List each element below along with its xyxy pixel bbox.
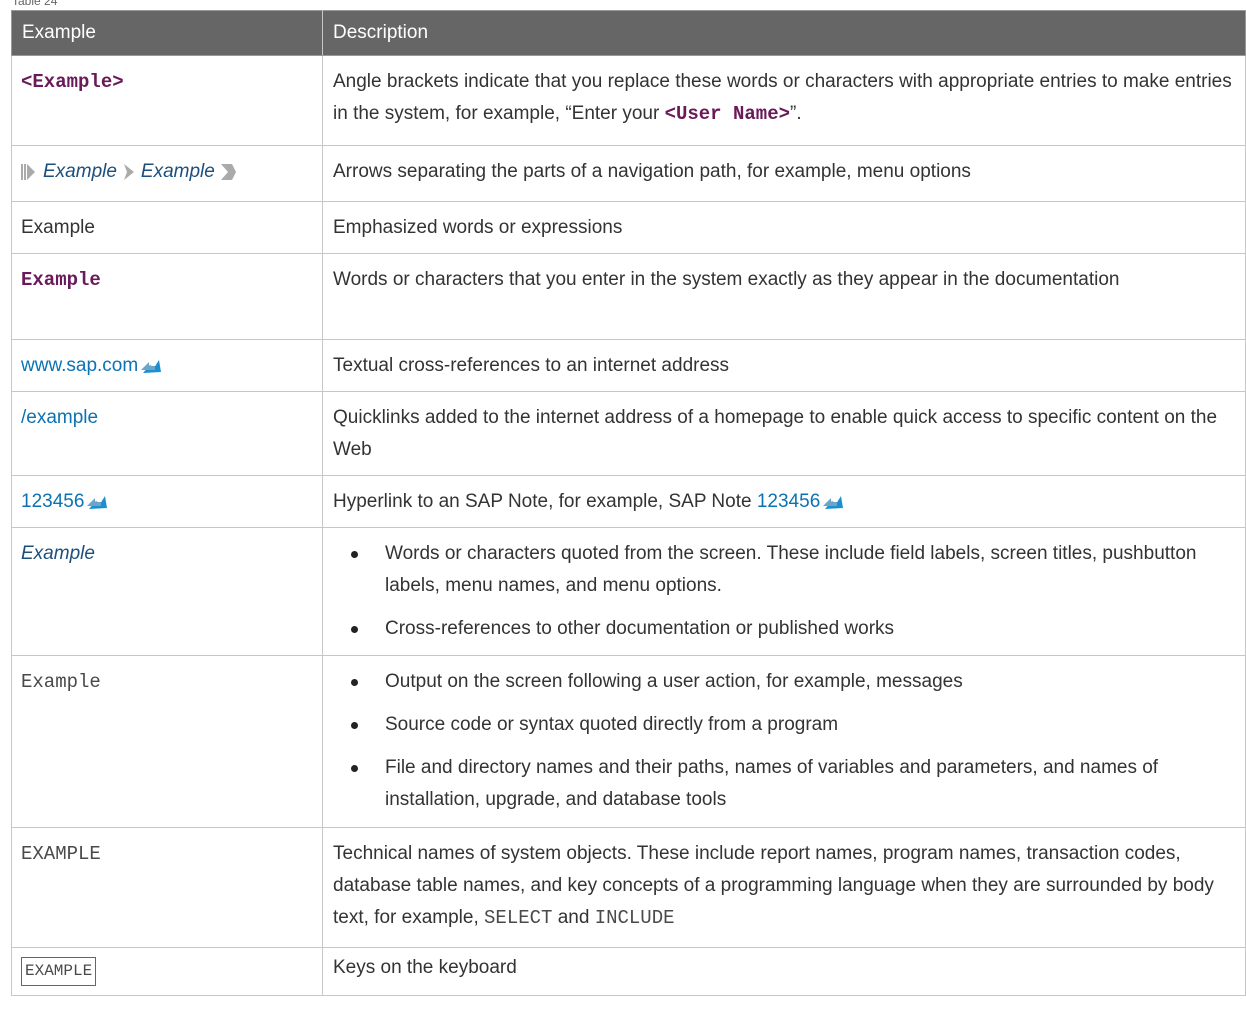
bullet-icon (351, 722, 358, 729)
description-cell: Technical names of system objects. These… (322, 827, 1246, 948)
description-cell: Arrows separating the parts of a navigat… (322, 145, 1246, 202)
bullet-icon (351, 551, 358, 558)
navigation-path: Example Example (21, 156, 237, 188)
include-code: INCLUDE (594, 907, 675, 929)
description-cell: Keys on the keyboard (322, 947, 1246, 996)
example-cell: EXAMPLE (11, 947, 323, 996)
list-item: Words or characters quoted from the scre… (333, 538, 1235, 602)
list-item: Output on the screen following a user ac… (333, 666, 1235, 698)
description-cell: Words or characters quoted from the scre… (322, 527, 1246, 656)
example-cell: EXAMPLE (11, 827, 323, 948)
description-text-end: ”. (790, 103, 802, 124)
keyboard-key: EXAMPLE (21, 957, 97, 986)
bullet-list: Words or characters quoted from the scre… (333, 538, 1235, 645)
table-row: /example Quicklinks added to the interne… (11, 391, 1246, 476)
description-text: Hyperlink to an SAP Note, for example, S… (333, 491, 757, 512)
nav-step: Example (43, 161, 117, 182)
description-text: and (552, 907, 595, 928)
example-cell: <Example> (11, 55, 323, 146)
table-caption: Table 24 (12, 0, 58, 8)
example-screen-quote: Example (21, 543, 95, 564)
description-cell: Textual cross-references to an internet … (322, 339, 1246, 392)
table-row: EXAMPLE Technical names of system object… (11, 827, 1246, 948)
bullet-list: Output on the screen following a user ac… (333, 666, 1235, 816)
table-row: 123456 Hyperlink to an SAP Note, for exa… (11, 475, 1246, 528)
typographic-conventions-table: Example Description <Example> Angle brac… (11, 10, 1246, 996)
list-item: File and directory names and their paths… (333, 752, 1235, 816)
table-row: Example Words or characters that you ent… (11, 253, 1246, 340)
column-header-example: Example (11, 10, 323, 56)
example-cell: Example (11, 253, 323, 340)
example-cell: 123456 (11, 475, 323, 528)
sap-note-link[interactable]: 123456 (757, 491, 820, 512)
example-cell: /example (11, 391, 323, 476)
external-link-arrow-icon (87, 496, 108, 509)
list-item: Source code or syntax quoted directly fr… (333, 709, 1235, 741)
description-cell: Quicklinks added to the internet address… (322, 391, 1246, 476)
description-cell: Hyperlink to an SAP Note, for example, S… (322, 475, 1246, 528)
description-cell: Words or characters that you enter in th… (322, 253, 1246, 340)
description-text: Technical names of system objects. These… (333, 843, 1214, 928)
external-link-arrow-icon (823, 496, 844, 509)
example-cell: www.sap.com (11, 339, 323, 392)
column-header-description: Description (322, 10, 1246, 56)
description-cell: Angle brackets indicate that you replace… (322, 55, 1246, 146)
table-row: EXAMPLE Keys on the keyboard (11, 947, 1246, 996)
table-row: Example Emphasized words or expressions (11, 201, 1246, 254)
example-cell: Example (11, 201, 323, 254)
description-cell: Output on the screen following a user ac… (322, 655, 1246, 828)
example-user-entry: Example (21, 269, 101, 291)
bullet-icon (351, 679, 358, 686)
nav-step: Example (140, 161, 215, 182)
user-name-code: <User Name> (664, 103, 790, 125)
example-angle-brackets: <Example> (21, 71, 124, 93)
example-cell: Example (11, 655, 323, 828)
example-cell: Example (11, 527, 323, 656)
select-code: SELECT (484, 907, 553, 929)
example-emphasized: Example (21, 217, 95, 238)
sap-note-link[interactable]: 123456 (21, 491, 84, 512)
bullet-icon (351, 626, 358, 633)
table-row: <Example> Angle brackets indicate that y… (11, 55, 1246, 146)
description-cell: Emphasized words or expressions (322, 201, 1246, 254)
quicklink[interactable]: /example (21, 407, 98, 428)
nav-end-icon (220, 164, 236, 180)
example-screen-output: Example (21, 671, 101, 693)
nav-separator-icon (123, 164, 134, 180)
table-header: Example Description (11, 10, 1246, 56)
table-row: Example Example Arrows separating the pa… (11, 145, 1246, 202)
internet-address-link[interactable]: www.sap.com (21, 355, 138, 376)
table-row: Example Words or characters quoted from … (11, 527, 1246, 656)
external-link-arrow-icon (141, 360, 162, 373)
nav-start-icon (21, 164, 35, 180)
bullet-icon (351, 765, 358, 772)
table-row: www.sap.com Textual cross-references to … (11, 339, 1246, 392)
list-item: Cross-references to other documentation … (333, 613, 1235, 645)
table-row: Example Output on the screen following a… (11, 655, 1246, 828)
example-technical-name: EXAMPLE (21, 843, 101, 865)
example-cell: Example Example (11, 145, 323, 202)
